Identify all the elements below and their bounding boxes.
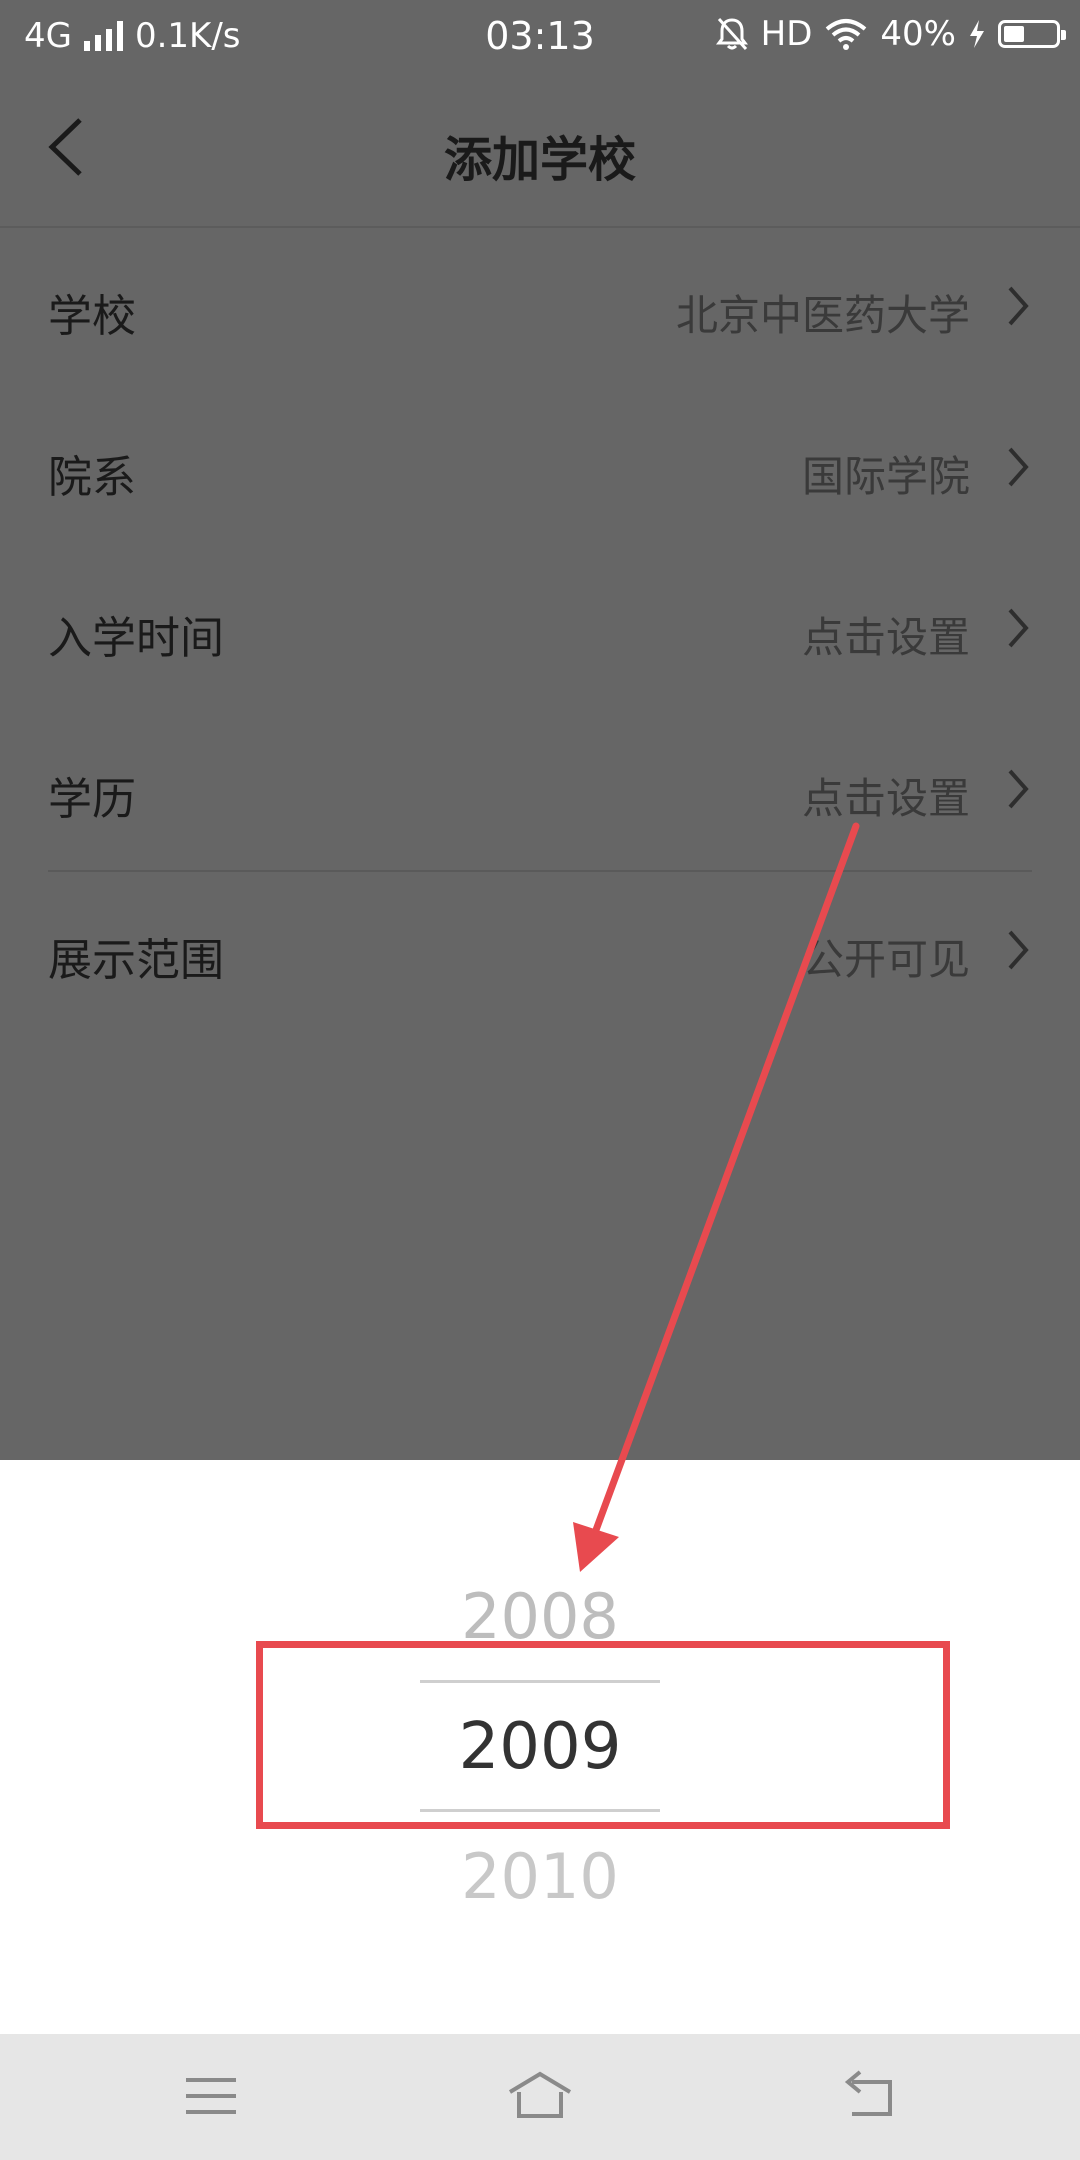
charging-icon xyxy=(970,20,984,48)
row-label: 学历 xyxy=(48,774,136,825)
home-icon[interactable] xyxy=(505,2066,575,2126)
battery-percent: 40% xyxy=(880,14,956,54)
chevron-right-icon xyxy=(1008,286,1029,326)
row-degree[interactable]: 学历 点击设置 xyxy=(0,711,1080,872)
row-label: 入学时间 xyxy=(48,613,224,664)
row-value: 点击设置 xyxy=(801,613,970,662)
row-label: 学校 xyxy=(48,291,136,342)
navigation-bar xyxy=(0,2034,1080,2160)
page-title: 添加学校 xyxy=(443,132,636,188)
settings-list: 学校 北京中医药大学 院系 国际学院 入学时间 点击设置 学历 点击设置 展示范… xyxy=(0,228,1080,1460)
row-school[interactable]: 学校 北京中医药大学 xyxy=(0,228,1080,389)
row-department[interactable]: 院系 国际学院 xyxy=(0,389,1080,550)
screen: 4G 0.1K/s 03:13 HD 40% 添加学校 学校 北京中医药大学 院… xyxy=(0,0,1080,2160)
annotation-highlight-box xyxy=(256,1641,950,1829)
row-value: 北京中医药大学 xyxy=(675,291,970,340)
row-value: 点击设置 xyxy=(801,774,970,823)
back-nav-icon[interactable] xyxy=(834,2066,904,2126)
chevron-right-icon xyxy=(1008,930,1029,970)
row-visibility[interactable]: 展示范围 公开可见 xyxy=(0,872,1080,1033)
menu-icon[interactable] xyxy=(176,2066,246,2126)
status-bar: 4G 0.1K/s 03:13 HD 40% xyxy=(0,0,1080,72)
chevron-right-icon xyxy=(1008,769,1029,809)
battery-level xyxy=(1004,26,1024,42)
row-value: 公开可见 xyxy=(801,935,970,984)
row-enrollment-time[interactable]: 入学时间 点击设置 xyxy=(0,550,1080,711)
chevron-right-icon xyxy=(1008,447,1029,487)
wifi-icon xyxy=(826,19,867,50)
chevron-right-icon xyxy=(1008,608,1029,648)
picker-option-next[interactable]: 2010 xyxy=(0,1840,1080,1913)
hd-badge: HD xyxy=(760,14,813,54)
row-value: 国际学院 xyxy=(801,452,970,501)
battery-icon xyxy=(998,20,1066,48)
bell-muted-icon xyxy=(715,17,748,51)
top-bar: 添加学校 xyxy=(0,72,1080,228)
row-label: 展示范围 xyxy=(48,935,224,986)
row-label: 院系 xyxy=(48,452,136,503)
